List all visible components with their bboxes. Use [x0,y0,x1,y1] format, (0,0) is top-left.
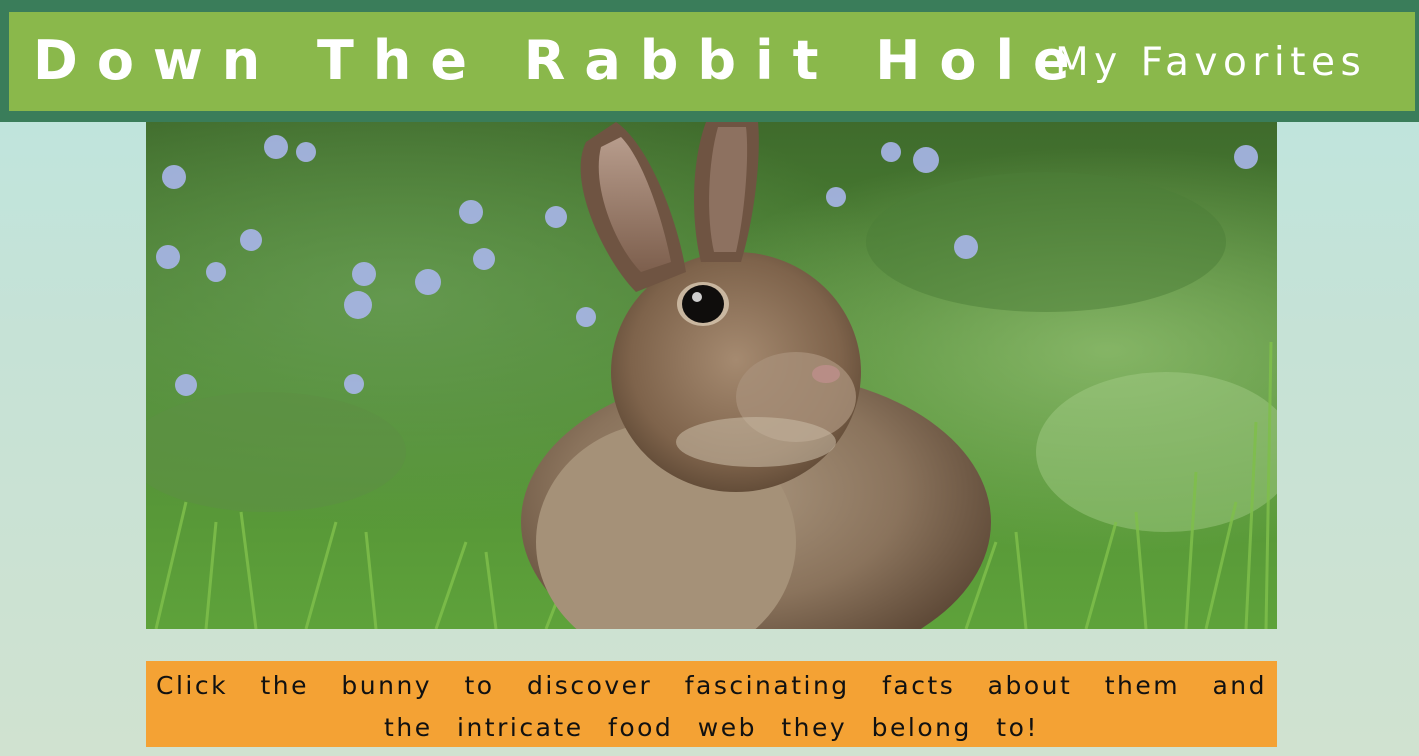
bunny-image[interactable] [146,122,1277,629]
caption-text: Click the bunny to discover fascinating … [156,671,1267,742]
site-title[interactable]: Down The Rabbit Hole [33,28,1089,94]
nav-my-favorites-link[interactable]: My Favorites [1055,40,1366,86]
caption-banner: Click the bunny to discover fascinating … [146,661,1277,747]
